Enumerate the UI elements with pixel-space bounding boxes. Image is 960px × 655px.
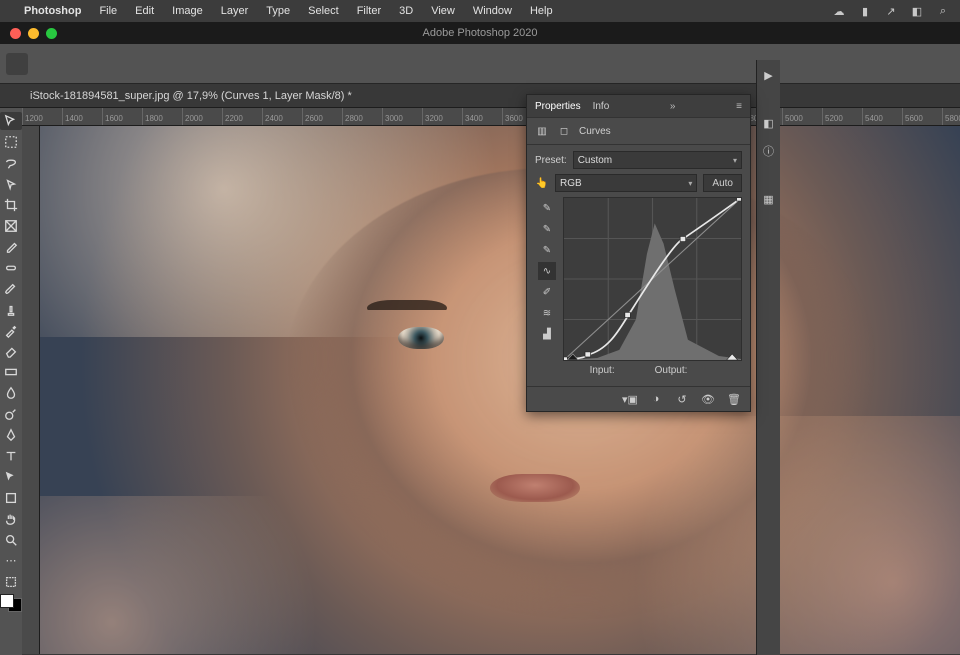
sampler-icon[interactable]: 👆 bbox=[535, 176, 549, 190]
canvas-wrap: 1200140016001800200022002400260028003000… bbox=[22, 108, 960, 655]
blur-tool[interactable] bbox=[0, 384, 22, 402]
info-icon[interactable]: ⓘ bbox=[760, 142, 778, 160]
preset-dropdown[interactable]: Custom bbox=[573, 151, 742, 169]
document-canvas[interactable] bbox=[40, 126, 960, 654]
titlebar: Adobe Photoshop 2020 bbox=[0, 22, 960, 44]
properties-type: Curves bbox=[579, 126, 611, 137]
search-icon[interactable]: ⌕ bbox=[936, 4, 950, 18]
menu-view[interactable]: View bbox=[423, 3, 463, 19]
macos-menubar: Photoshop File Edit Image Layer Type Sel… bbox=[0, 0, 960, 22]
marquee-tool[interactable] bbox=[0, 133, 22, 151]
gradient-tool[interactable] bbox=[0, 363, 22, 381]
menu-edit[interactable]: Edit bbox=[127, 3, 162, 19]
menu-filter[interactable]: Filter bbox=[349, 3, 389, 19]
eraser-tool[interactable] bbox=[0, 342, 22, 360]
preset-label: Preset: bbox=[535, 155, 567, 166]
dodge-tool[interactable] bbox=[0, 405, 22, 423]
crop-tool[interactable] bbox=[0, 196, 22, 214]
ruler-vertical bbox=[22, 126, 40, 654]
more-tool[interactable]: ⋯ bbox=[0, 552, 22, 570]
options-bar bbox=[0, 44, 960, 84]
menu-3d[interactable]: 3D bbox=[391, 3, 421, 19]
menu-select[interactable]: Select bbox=[300, 3, 347, 19]
input-label: Input: bbox=[590, 365, 615, 376]
swatch-icon[interactable]: ▦ bbox=[760, 190, 778, 208]
properties-panel[interactable]: Properties Info » ≡ ▥ ◻ Curves Preset: C… bbox=[526, 94, 751, 412]
pen-tool[interactable] bbox=[0, 426, 22, 444]
curves-adj-icon: ▥ bbox=[535, 124, 549, 138]
curve-edit-icon[interactable]: ∿ bbox=[538, 262, 556, 280]
type-tool[interactable] bbox=[0, 447, 22, 465]
shape-tool[interactable] bbox=[0, 489, 22, 507]
mask-thumb-icon[interactable]: ◻ bbox=[557, 124, 571, 138]
panel-menu-icon[interactable]: ≡ bbox=[736, 101, 742, 112]
tab-info[interactable]: Info bbox=[593, 101, 610, 112]
path-tool[interactable] bbox=[0, 468, 22, 486]
lasso-tool[interactable] bbox=[0, 154, 22, 172]
smooth-icon[interactable]: ≋ bbox=[538, 304, 556, 322]
ruler-horizontal: 1200140016001800200022002400260028003000… bbox=[22, 108, 960, 126]
play-icon[interactable]: ▶ bbox=[760, 66, 778, 84]
cloud-icon[interactable]: ☁ bbox=[832, 4, 846, 18]
toggle-prev-icon[interactable]: ◑ bbox=[648, 391, 664, 407]
color-swatches[interactable] bbox=[0, 594, 22, 612]
quickselect-tool[interactable] bbox=[0, 175, 22, 193]
menu-help[interactable]: Help bbox=[522, 3, 561, 19]
menu-window[interactable]: Window bbox=[465, 3, 520, 19]
white-eyedropper-icon[interactable]: ✎ bbox=[538, 199, 556, 217]
curves-graph[interactable] bbox=[563, 197, 742, 361]
clip-icon[interactable]: ▾▣ bbox=[622, 391, 638, 407]
histogram-toggle-icon[interactable]: ▟ bbox=[538, 325, 556, 343]
hand-tool[interactable] bbox=[0, 510, 22, 528]
tab-properties[interactable]: Properties bbox=[535, 101, 581, 112]
menu-photoshop[interactable]: Photoshop bbox=[16, 3, 89, 19]
channel-dropdown[interactable]: RGB bbox=[555, 174, 697, 192]
zoom-tool[interactable] bbox=[0, 531, 22, 549]
trash-icon[interactable]: 🗑 bbox=[726, 391, 742, 407]
editmode-button[interactable] bbox=[0, 573, 22, 591]
black-eyedropper-icon[interactable]: ✎ bbox=[538, 241, 556, 259]
reset-icon[interactable]: ↺ bbox=[674, 391, 690, 407]
visibility-icon[interactable]: 👁 bbox=[700, 391, 716, 407]
auto-button[interactable]: Auto bbox=[703, 174, 742, 192]
stamp-tool[interactable] bbox=[0, 301, 22, 319]
frame-tool[interactable] bbox=[0, 217, 22, 235]
gray-eyedropper-icon[interactable]: ✎ bbox=[538, 220, 556, 238]
brush-tool[interactable] bbox=[0, 280, 22, 298]
pencil-edit-icon[interactable]: ✐ bbox=[538, 283, 556, 301]
menu-type[interactable]: Type bbox=[258, 3, 298, 19]
share-icon[interactable]: ↗ bbox=[884, 4, 898, 18]
eyedropper-tool[interactable] bbox=[0, 238, 22, 256]
history-brush-tool[interactable] bbox=[0, 322, 22, 340]
collapse-icon[interactable]: » bbox=[670, 101, 676, 112]
app-title: Adobe Photoshop 2020 bbox=[0, 27, 960, 39]
menubar-right-icons: ☁ ▮ ↗ ◧ ⌕ bbox=[832, 4, 960, 18]
home-button[interactable] bbox=[6, 53, 28, 75]
tools-panel: ⋯ bbox=[0, 108, 22, 655]
chat-icon[interactable]: ▮ bbox=[858, 4, 872, 18]
output-label: Output: bbox=[655, 365, 688, 376]
document-tab[interactable]: iStock-181894581_super.jpg @ 17,9% (Curv… bbox=[0, 84, 960, 108]
collapsed-dock: ▶ ◧ ⓘ ▦ bbox=[756, 60, 780, 655]
menu-layer[interactable]: Layer bbox=[213, 3, 257, 19]
heal-tool[interactable] bbox=[0, 259, 22, 277]
frame-icon[interactable]: ◧ bbox=[910, 4, 924, 18]
menu-image[interactable]: Image bbox=[164, 3, 211, 19]
menu-file[interactable]: File bbox=[91, 3, 125, 19]
color-icon[interactable]: ◧ bbox=[760, 114, 778, 132]
move-tool[interactable] bbox=[0, 112, 22, 130]
